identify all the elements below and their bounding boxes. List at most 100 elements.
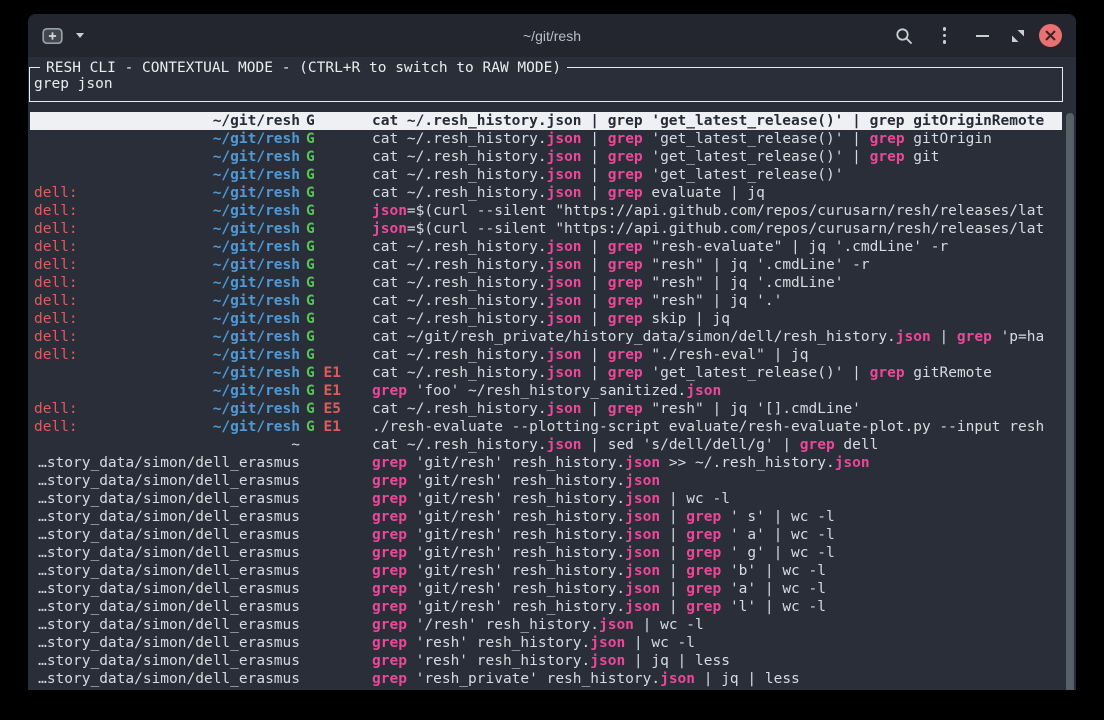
history-row[interactable]: ~/git/reshG E1cat ~/.resh_history.json |… xyxy=(30,364,1062,382)
host-cell: dell: xyxy=(34,184,78,202)
history-row[interactable]: dell:~/git/reshGcat ~/.resh_history.json… xyxy=(30,238,1062,256)
history-row[interactable]: dell: ~/git/reshGcat ~/.resh_history.json… xyxy=(30,256,1062,274)
history-row[interactable]: dell:~/git/reshG E5cat ~/.resh_history.j… xyxy=(30,400,1062,418)
path-cell: …story_data/simon/dell_erasmus xyxy=(38,598,300,616)
history-row[interactable]: ~/git/reshGcat ~/.resh_history.json | gr… xyxy=(30,166,1062,184)
command-cell: ./resh-evaluate --plotting-script evalua… xyxy=(372,418,1062,436)
path-cell: ~/git/resh xyxy=(213,400,300,418)
history-row[interactable]: dell:~/git/reshGjson=$(curl --silent "ht… xyxy=(30,220,1062,238)
path-cell: ~/git/resh xyxy=(213,346,300,364)
history-row[interactable]: dell:~/git/reshGcat ~/.resh_history.json… xyxy=(30,274,1062,292)
host-cell: dell: xyxy=(34,310,78,328)
history-row[interactable]: ~/git/reshGcat ~/.resh_history.json | gr… xyxy=(30,112,1062,130)
kebab-menu-icon xyxy=(943,27,947,44)
path-cell: …story_data/simon/dell_erasmus xyxy=(38,580,300,598)
history-row[interactable]: …story_data/simon/dell_erasmusgrep 'git/… xyxy=(30,580,1062,598)
new-tab-dropdown-button[interactable] xyxy=(76,33,84,38)
command-cell: grep 'git/resh' resh_history.json | wc -… xyxy=(372,490,1062,508)
command-cell: grep 'resh_private' resh_history.json | … xyxy=(372,670,1062,688)
history-row[interactable]: …story_data/simon/dell_erasmus grep 'git/… xyxy=(30,562,1062,580)
flags-cell: G xyxy=(300,238,372,256)
command-cell: cat ~/.resh_history.json | grep 'get_lat… xyxy=(372,112,1062,130)
path-cell: …story_data/simon/dell_erasmus xyxy=(38,670,300,688)
command-cell: cat ~/.resh_history.json | grep "resh" |… xyxy=(372,274,1062,292)
path-cell: ~/git/resh xyxy=(213,238,300,256)
command-cell: cat ~/.resh_history.json | grep "resh" |… xyxy=(372,400,1062,418)
resh-header-title: RESH CLI - CONTEXTUAL MODE - (CTRL+R to … xyxy=(40,59,567,77)
command-cell: cat ~/.resh_history.json | grep 'get_lat… xyxy=(372,364,1062,382)
path-cell: …story_data/simon/dell_erasmus xyxy=(38,508,300,526)
host-cell: dell: xyxy=(34,220,78,238)
history-row[interactable]: …story_data/simon/dell_erasmus grep 'git/… xyxy=(30,598,1062,616)
command-cell: grep 'git/resh' resh_history.json | grep… xyxy=(372,526,1062,544)
host-cell: dell: xyxy=(34,256,78,274)
command-cell: cat ~/.resh_history.json | grep "./resh-… xyxy=(372,346,1062,364)
minimize-button[interactable] xyxy=(976,35,989,37)
path-cell: ~/git/resh xyxy=(213,382,300,400)
terminal-window: ~/git/resh xyxy=(28,14,1076,690)
path-cell: …story_data/simon/dell_erasmus xyxy=(38,562,300,580)
command-cell: grep 'git/resh' resh_history.json | grep… xyxy=(372,562,1062,580)
close-button[interactable] xyxy=(1039,24,1062,47)
history-row[interactable]: …story_data/simon/dell_erasmusgrep 'git/… xyxy=(30,508,1062,526)
history-row[interactable]: …story_data/simon/dell_erasmusgrep 'resh… xyxy=(30,652,1062,670)
menu-button[interactable] xyxy=(943,27,947,44)
history-row[interactable]: dell:~/git/reshG E1./resh-evaluate --plo… xyxy=(30,418,1062,436)
flags-cell: G E1 xyxy=(300,382,372,400)
history-row[interactable]: dell: ~/git/reshGjson=$(curl --silent "ht… xyxy=(30,202,1062,220)
path-cell: ~/git/resh xyxy=(213,202,300,220)
history-row[interactable]: …story_data/simon/dell_erasmus grep 'resh… xyxy=(30,670,1062,688)
restore-icon xyxy=(1011,29,1025,43)
history-row[interactable]: ~/git/reshGcat ~/.resh_history.json | gr… xyxy=(30,148,1062,166)
search-button[interactable] xyxy=(895,27,913,45)
flags-cell: G xyxy=(300,220,372,238)
history-row[interactable]: ~/git/reshGcat ~/.resh_history.json | gr… xyxy=(30,130,1062,148)
history-row[interactable]: …story_data/simon/dell_erasmusgrep 'git/… xyxy=(30,490,1062,508)
history-row[interactable]: …story_data/simon/dell_erasmusgrep '/res… xyxy=(30,616,1062,634)
command-cell: grep '/resh' resh_history.json | wc -l xyxy=(372,616,1062,634)
history-row[interactable]: …story_data/simon/dell_erasmus grep 'git/… xyxy=(30,472,1062,490)
command-cell: cat ~/.resh_history.json | grep skip | j… xyxy=(372,310,1062,328)
path-cell: …story_data/simon/dell_erasmus xyxy=(38,472,300,490)
history-rows: ~/git/reshGcat ~/.resh_history.json | gr… xyxy=(30,112,1062,688)
history-row[interactable]: ~/git/reshG E1grep 'foo' ~/resh_history_… xyxy=(30,382,1062,400)
history-row[interactable]: dell:~/git/reshGcat ~/.resh_history.json… xyxy=(30,292,1062,310)
flags-cell: G E1 xyxy=(300,418,372,436)
scrollbar-thumb[interactable] xyxy=(1066,113,1074,690)
flags-cell: G xyxy=(300,292,372,310)
history-row[interactable]: dell:~/git/reshGcat ~/git/resh_private/h… xyxy=(30,328,1062,346)
path-cell: ~/git/resh xyxy=(213,292,300,310)
command-cell: grep 'git/resh' resh_history.json | grep… xyxy=(372,544,1062,562)
history-row[interactable]: dell:~/git/reshGcat ~/.resh_history.json… xyxy=(30,184,1062,202)
search-icon xyxy=(895,27,913,45)
history-row[interactable]: dell:~/git/reshGcat ~/.resh_history.json… xyxy=(30,310,1062,328)
command-cell: cat ~/.resh_history.json | grep 'get_lat… xyxy=(372,130,1062,148)
command-cell: json=$(curl --silent "https://api.github… xyxy=(372,202,1062,220)
path-cell: ~/git/resh xyxy=(213,256,300,274)
command-cell: cat ~/.resh_history.json | grep evaluate… xyxy=(372,184,1062,202)
history-row[interactable]: …story_data/simon/dell_erasmusgrep 'git/… xyxy=(30,454,1062,472)
command-cell: grep 'git/resh' resh_history.json xyxy=(372,472,1062,490)
history-row[interactable]: …story_data/simon/dell_erasmusgrep 'git/… xyxy=(30,526,1062,544)
command-cell: cat ~/.resh_history.json | grep 'get_lat… xyxy=(372,148,1062,166)
flags-cell: G xyxy=(300,112,372,130)
command-cell: cat ~/.resh_history.json | grep "resh-ev… xyxy=(372,238,1062,256)
minimize-icon xyxy=(976,35,989,37)
query-input[interactable]: grep json xyxy=(34,75,1058,93)
new-tab-button[interactable] xyxy=(42,27,63,45)
history-row[interactable]: …story_data/simon/dell_erasmusgrep 'resh… xyxy=(30,634,1062,652)
flags-cell: G xyxy=(300,256,372,274)
restore-button[interactable] xyxy=(1011,29,1025,43)
path-cell: ~/git/resh xyxy=(213,184,300,202)
history-row[interactable]: ~cat ~/.resh_history.json | sed 's/dell/… xyxy=(30,436,1062,454)
flags-cell: G E1 xyxy=(300,364,372,382)
command-cell: cat ~/.resh_history.json | grep "resh" |… xyxy=(372,292,1062,310)
host-cell: dell: xyxy=(34,202,78,220)
path-cell: ~/git/resh xyxy=(213,112,300,130)
flags-cell: G xyxy=(300,328,372,346)
command-cell: cat ~/.resh_history.json | grep "resh" |… xyxy=(372,256,1062,274)
history-row[interactable]: …story_data/simon/dell_erasmusgrep 'git/… xyxy=(30,544,1062,562)
command-cell: grep 'git/resh' resh_history.json | grep… xyxy=(372,598,1062,616)
flags-cell: G xyxy=(300,202,372,220)
history-row[interactable]: dell:~/git/reshGcat ~/.resh_history.json… xyxy=(30,346,1062,364)
